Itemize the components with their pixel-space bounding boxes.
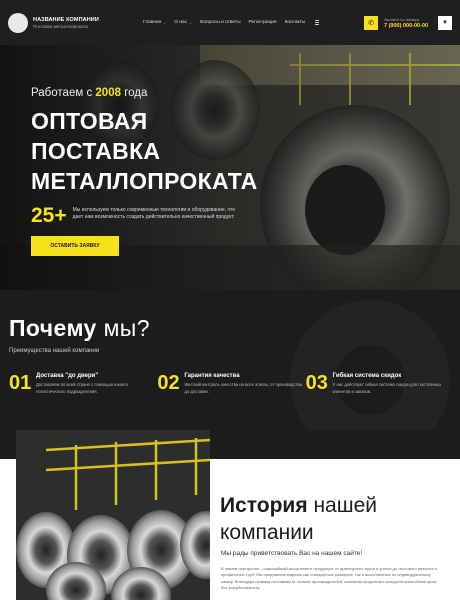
phone-icon: ✆ xyxy=(368,19,374,27)
benefit-number: 03 xyxy=(305,372,328,394)
nav-item-home[interactable]: Главная ⌵ xyxy=(143,20,166,25)
benefit-number: 01 xyxy=(9,372,32,394)
hamburger-icon[interactable] xyxy=(315,20,320,25)
benefit-item: 01 Доставка "до двери" Доставляем по все… xyxy=(9,373,157,395)
benefit-title: Доставка "до двери" xyxy=(36,373,99,379)
history-text: В нашем портфолио – широчайший ассортиме… xyxy=(221,566,437,591)
chevron-down-icon: ⌵ xyxy=(189,20,193,25)
hero-stat-row: 25+ Мы используем только современные тех… xyxy=(31,205,261,226)
nav-item-contacts[interactable]: Контакты xyxy=(285,20,306,25)
benefit-text: У нас действует гибкая система скидок дл… xyxy=(332,382,442,394)
why-us-section: Почему мы? Преимущества нашей компании 0… xyxy=(0,290,460,430)
nav-item-registration[interactable]: Регистрация xyxy=(249,20,277,25)
hero-since: Работаем с 2008 года xyxy=(31,87,148,99)
brand[interactable]: Название компании Поставка металлопрокат… xyxy=(33,17,133,29)
request-button[interactable]: Оставить заявку xyxy=(31,235,119,256)
cart-icon: ▼ xyxy=(442,19,448,26)
nav-item-about[interactable]: О нас ⌵ xyxy=(174,20,192,25)
history-title: История нашей компании xyxy=(220,494,377,545)
why-title: Почему мы? xyxy=(9,315,150,341)
warehouse-coils-photo xyxy=(16,430,210,600)
benefit-title: Гарантия качества xyxy=(184,373,240,379)
benefit-item: 03 Гибкая система скидок У нас действует… xyxy=(306,373,454,395)
why-subtitle: Преимущества нашей компании xyxy=(9,348,100,354)
hero-slider: Работаем с 2008 года Оптовая поставка ме… xyxy=(0,45,460,290)
phone-button[interactable]: ✆ xyxy=(364,15,378,30)
hero-year: 2008 xyxy=(95,87,121,99)
benefit-number: 02 xyxy=(157,372,180,394)
hero-description: Мы используем только современные техноло… xyxy=(72,206,236,221)
chevron-down-icon: ⌵ xyxy=(163,20,167,25)
hero-stat: 25+ xyxy=(31,203,67,227)
nav-item-faq[interactable]: Вопросы и ответы xyxy=(200,20,240,25)
benefits-list: 01 Доставка "до двери" Доставляем по все… xyxy=(9,373,454,395)
company-tagline: Поставка металлопроката xyxy=(33,23,88,29)
history-welcome: Мы рады приветствовать Вас на нашем сайт… xyxy=(221,550,363,557)
phone-block[interactable]: Звоните по номеру 7 (900) 000-00-00 xyxy=(384,17,432,29)
company-name: Название компании xyxy=(33,16,99,23)
hero-content: Работаем с 2008 года Оптовая поставка ме… xyxy=(31,87,261,256)
benefit-text: Жесткий контроль качества на всех этапах… xyxy=(184,382,303,394)
benefit-item: 02 Гарантия качества Жесткий контроль ка… xyxy=(157,373,305,395)
phone-number: 7 (900) 000-00-00 xyxy=(384,22,429,29)
benefit-title: Гибкая система скидок xyxy=(332,373,402,379)
logo[interactable] xyxy=(8,12,28,33)
page: Название компании Поставка металлопрокат… xyxy=(0,0,460,600)
cart-button[interactable]: ▼ xyxy=(438,15,452,30)
benefit-text: Доставляем по всей стране с помощью наше… xyxy=(36,382,129,394)
phone-label: Звоните по номеру xyxy=(384,16,420,22)
site-header: Название компании Поставка металлопрокат… xyxy=(0,0,460,45)
hero-title: Оптовая поставка металлопроката xyxy=(31,108,258,194)
history-section: История нашей компании Мы рады приветств… xyxy=(0,430,460,600)
main-nav: Главная ⌵ О нас ⌵ Вопросы и ответы Регистр… xyxy=(143,20,320,25)
coil-background xyxy=(290,300,450,430)
